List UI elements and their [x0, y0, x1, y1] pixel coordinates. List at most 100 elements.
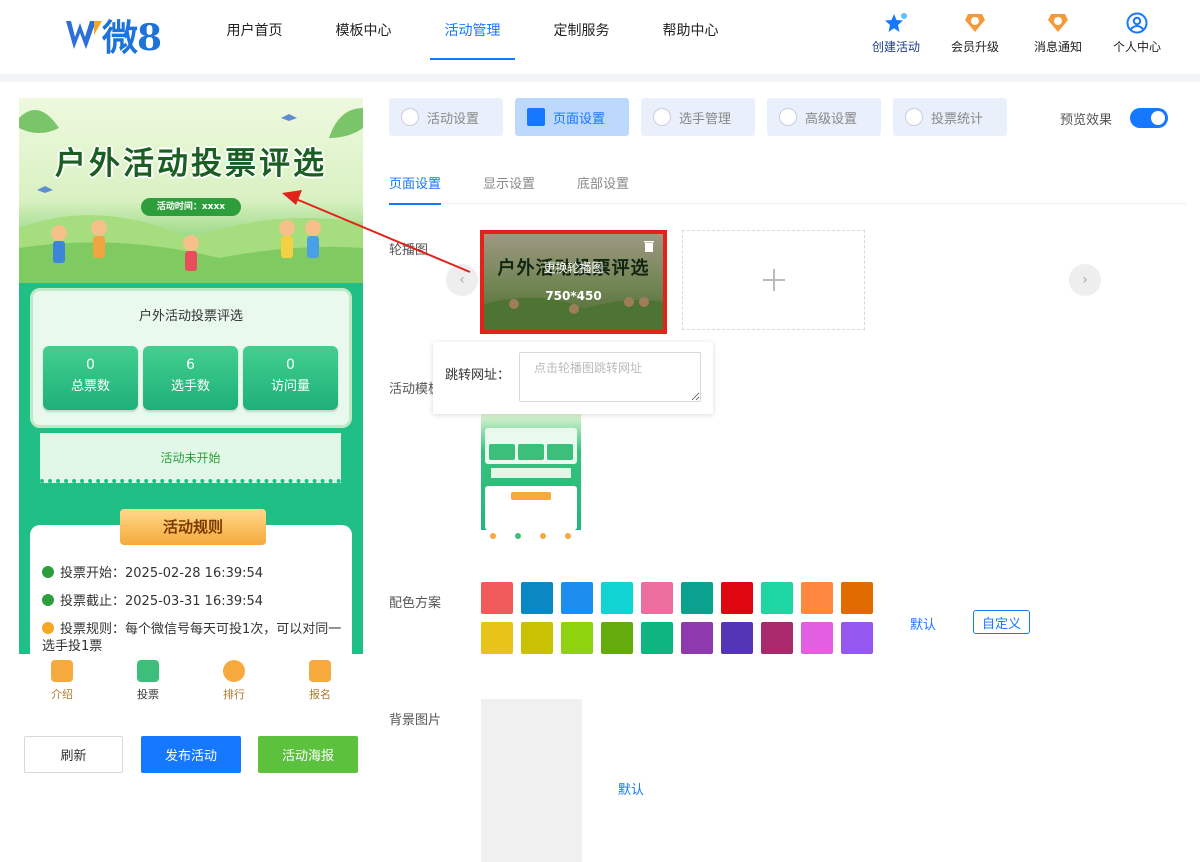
- star-icon: [885, 13, 907, 32]
- main-nav: 用户首页 模板中心 活动管理 定制服务 帮助中心: [200, 0, 745, 72]
- logo-w-icon: [66, 21, 102, 49]
- subtab-display-settings[interactable]: 显示设置: [483, 160, 535, 204]
- edit-icon: [309, 660, 331, 682]
- color-swatch[interactable]: [681, 622, 713, 654]
- heart-icon: [401, 108, 419, 126]
- carousel-image[interactable]: 户外活动投票评选 更换轮播图 750*450: [480, 230, 667, 334]
- add-carousel-button[interactable]: [682, 230, 865, 330]
- tab-label: 投票: [137, 688, 159, 701]
- stat-total-votes: 0 总票数: [43, 346, 138, 410]
- stat-value: 0: [286, 357, 295, 373]
- bell-icon: [1048, 14, 1068, 32]
- top-header: 微8 用户首页 模板中心 活动管理 定制服务 帮助中心 创建活动 会员升级 消息通知 个…: [0, 0, 1200, 72]
- stat-value: 0: [86, 357, 95, 373]
- background-image-label: 背景图片: [389, 713, 442, 728]
- subtab-page-settings[interactable]: 页面设置: [389, 160, 442, 205]
- tab-signup[interactable]: 报名: [277, 654, 363, 706]
- tab-label: 介绍: [51, 688, 73, 701]
- user-icon: [653, 108, 671, 126]
- publish-button[interactable]: 发布活动: [141, 736, 241, 773]
- carousel-prev-button[interactable]: ‹: [446, 264, 478, 296]
- refresh-button[interactable]: 刷新: [24, 736, 123, 773]
- stat-label: 选手数: [170, 379, 210, 394]
- rule-start: 投票开始：2025-02-28 16:39:54: [42, 565, 342, 582]
- sliders-icon: [779, 108, 797, 126]
- tab-intro[interactable]: 介绍: [19, 654, 105, 706]
- trash-icon[interactable]: [643, 240, 655, 252]
- carousel-overlay: [484, 234, 663, 330]
- preview-effect-label: 预览效果: [1060, 113, 1113, 128]
- personal-center-button[interactable]: 个人中心: [1113, 12, 1161, 55]
- carousel-next-button[interactable]: ›: [1069, 264, 1101, 296]
- nav-item[interactable]: 模板中心: [309, 0, 418, 60]
- plus-icon: [762, 269, 785, 291]
- color-swatch[interactable]: [521, 622, 553, 654]
- preview-tabbar: 介绍 投票 排行 报名: [19, 654, 363, 706]
- settings-tabs: 活动设置 页面设置 选手管理 高级设置 投票统计: [389, 98, 1019, 136]
- tab-vote[interactable]: 投票: [105, 654, 191, 706]
- chart-icon: [905, 108, 923, 126]
- chevron-right-icon: ›: [1082, 272, 1088, 288]
- tab-vote-statistics[interactable]: 投票统计: [893, 98, 1007, 136]
- color-swatch[interactable]: [681, 582, 713, 614]
- tab-activity-settings[interactable]: 活动设置: [389, 98, 503, 136]
- template-thumbnail[interactable]: [481, 412, 581, 544]
- color-swatch[interactable]: [801, 622, 833, 654]
- color-swatch[interactable]: [481, 622, 513, 654]
- nav-item[interactable]: 用户首页: [200, 0, 309, 60]
- tab-label: 投票统计: [931, 111, 984, 127]
- color-swatch[interactable]: [521, 582, 553, 614]
- color-swatch[interactable]: [801, 582, 833, 614]
- rule-text: 投票规则：每个微信号每天可投1次，可以对同一选手投1票: [42, 622, 342, 654]
- tab-contestant-management[interactable]: 选手管理: [641, 98, 755, 136]
- color-swatch[interactable]: [561, 622, 593, 654]
- logo[interactable]: 微8: [64, 10, 162, 60]
- tab-advanced-settings[interactable]: 高级设置: [767, 98, 881, 136]
- stat-value: 6: [186, 357, 195, 373]
- change-carousel-button[interactable]: 更换轮播图: [484, 259, 663, 276]
- clock-icon: [42, 594, 54, 606]
- notification-label: 消息通知: [1034, 40, 1083, 54]
- rule-text: 投票开始：2025-02-28 16:39:54: [60, 566, 264, 581]
- color-swatch[interactable]: [641, 582, 673, 614]
- color-swatch[interactable]: [761, 622, 793, 654]
- color-custom-button[interactable]: 自定义: [973, 610, 1030, 634]
- tab-label: 活动设置: [427, 111, 480, 127]
- tab-ranking[interactable]: 排行: [191, 654, 277, 706]
- color-swatch[interactable]: [601, 582, 633, 614]
- medal-icon: [965, 14, 985, 32]
- tab-label: 页面设置: [553, 111, 606, 127]
- background-default-button[interactable]: 默认: [618, 779, 644, 798]
- notification-button[interactable]: 消息通知: [1034, 12, 1082, 55]
- color-swatch[interactable]: [761, 582, 793, 614]
- subtab-footer-settings[interactable]: 底部设置: [577, 160, 629, 204]
- color-swatch[interactable]: [721, 622, 753, 654]
- color-swatch[interactable]: [841, 582, 873, 614]
- preview-card-title: 户外活动投票评选: [138, 309, 243, 324]
- template-preview-graphic: [481, 428, 581, 544]
- tab-label: 选手管理: [679, 111, 732, 127]
- vote-icon: [137, 660, 159, 682]
- color-swatch[interactable]: [481, 582, 513, 614]
- stat-label: 总票数: [70, 379, 110, 394]
- preview-rules-card: 活动规则 投票开始：2025-02-28 16:39:54 投票截止：2025-…: [30, 509, 352, 654]
- jump-url-input[interactable]: [519, 352, 701, 402]
- color-swatch[interactable]: [841, 622, 873, 654]
- tab-page-settings[interactable]: 页面设置: [515, 98, 629, 136]
- color-swatch[interactable]: [641, 622, 673, 654]
- color-swatch[interactable]: [721, 582, 753, 614]
- color-swatch[interactable]: [601, 622, 633, 654]
- background-image-upload[interactable]: [481, 699, 582, 862]
- nav-item[interactable]: 定制服务: [527, 0, 636, 60]
- member-upgrade-button[interactable]: 会员升级: [951, 12, 999, 55]
- create-activity-button[interactable]: 创建活动: [872, 12, 920, 55]
- poster-button[interactable]: 活动海报: [258, 736, 358, 773]
- nav-item[interactable]: 帮助中心: [636, 0, 745, 60]
- preview-activity-time: 活动时间：xxxx: [141, 198, 241, 216]
- color-default-button[interactable]: 默认: [910, 614, 936, 633]
- color-swatch[interactable]: [561, 582, 593, 614]
- trophy-icon: [223, 660, 245, 682]
- layout-icon: [527, 108, 545, 126]
- preview-effect-toggle[interactable]: [1130, 108, 1168, 128]
- nav-item[interactable]: 活动管理: [418, 0, 527, 60]
